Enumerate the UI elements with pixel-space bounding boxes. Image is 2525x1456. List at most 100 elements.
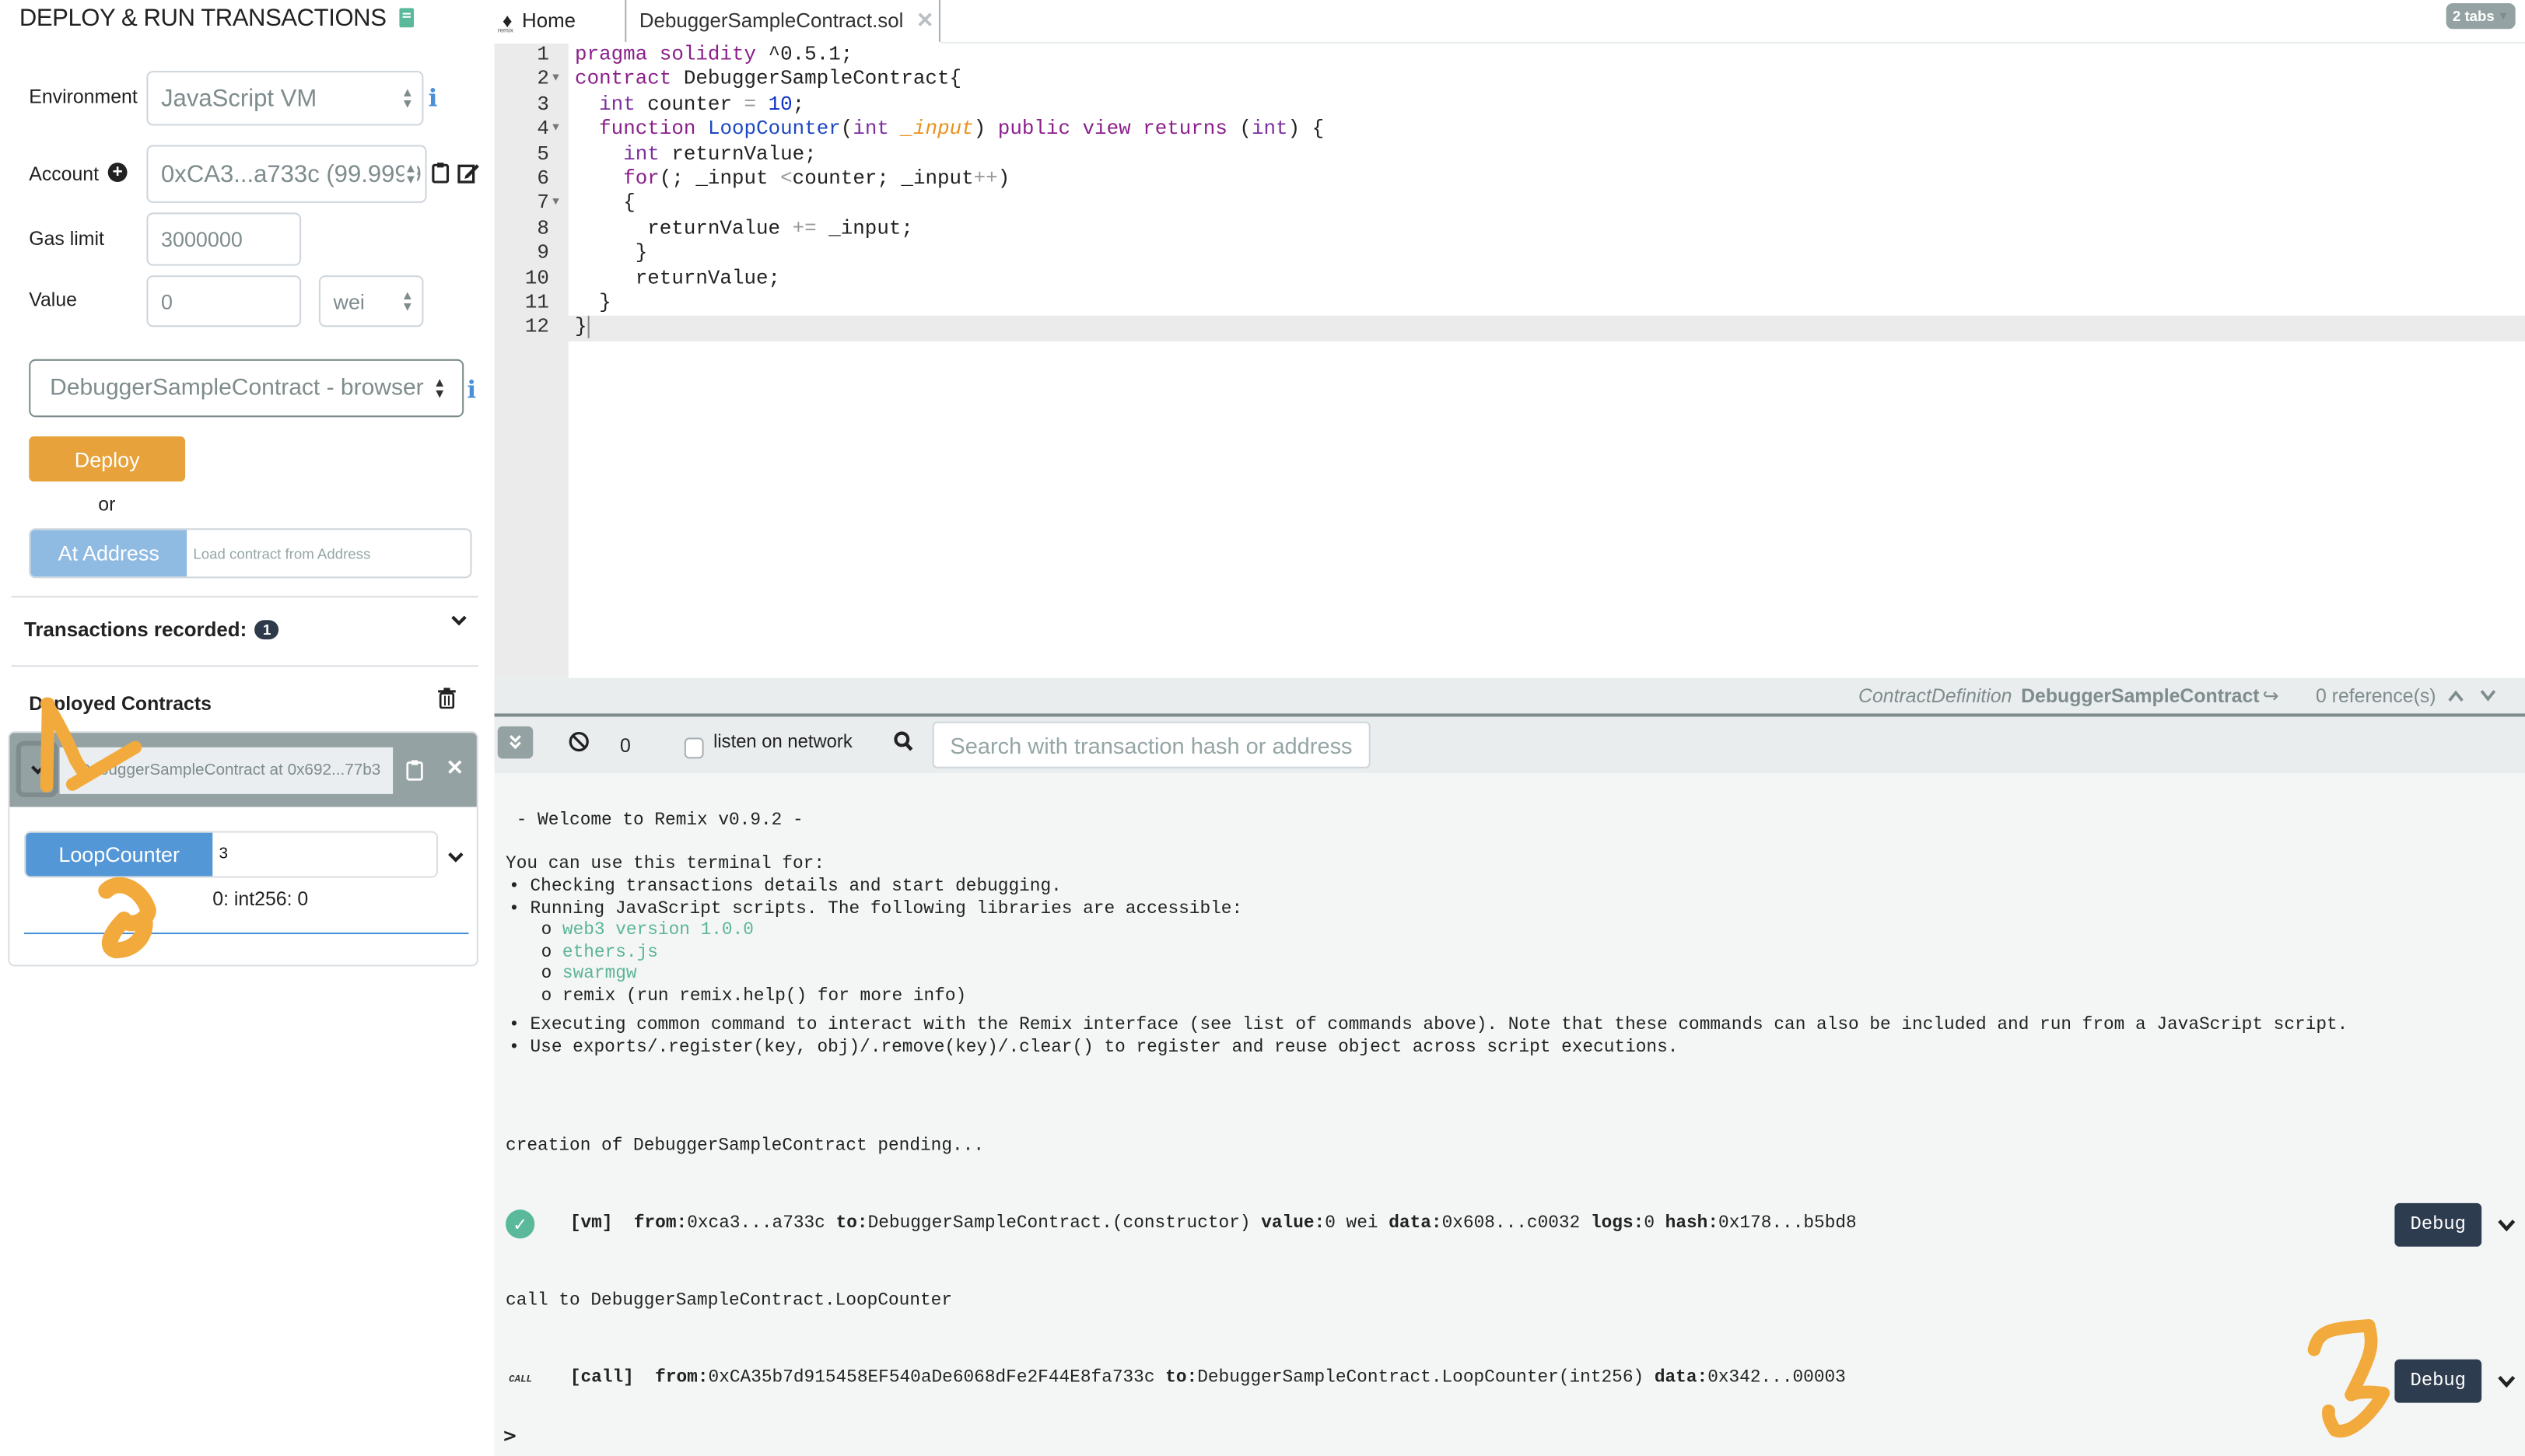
- fold-arrow-icon[interactable]: ▼: [552, 192, 559, 217]
- environment-value: JavaScript VM: [161, 84, 317, 112]
- terminal-toolbar: 0 listen on network Search with transact…: [494, 716, 2525, 773]
- welcome-message: - Welcome to Remix v0.9.2 -: [506, 811, 804, 831]
- transaction-log-call[interactable]: [call] from:0xCA35b7d915458EF540aDe6068d…: [570, 1369, 1846, 1388]
- ethers-link[interactable]: ethers.js: [562, 943, 658, 962]
- value-amount: 0: [161, 289, 173, 313]
- chevron-down-icon[interactable]: [448, 842, 464, 871]
- at-address-group: At Address Load contract from Address: [29, 528, 472, 579]
- toggle-terminal-button[interactable]: [497, 726, 534, 759]
- call-icon: CALL: [509, 1374, 533, 1385]
- chevron-down-icon[interactable]: [451, 612, 468, 632]
- terminal-prompt[interactable]: >: [503, 1426, 517, 1447]
- transactions-count-badge: 1: [254, 620, 279, 640]
- code-text: contract DebuggerSampleContract{: [575, 68, 962, 91]
- deployed-contract-header: DebuggerSampleContract at 0x692...77b3 ✕: [9, 733, 477, 807]
- fold-arrow-icon[interactable]: ▼: [552, 68, 559, 93]
- swarmgw-link[interactable]: swarmgw: [562, 964, 637, 984]
- deploy-button[interactable]: Deploy: [29, 436, 186, 482]
- at-address-button[interactable]: At Address: [30, 530, 187, 577]
- next-reference-icon[interactable]: [2480, 684, 2496, 707]
- line-number: 1: [537, 43, 549, 66]
- line-number: 8: [537, 217, 549, 240]
- line-number: 2: [537, 68, 549, 91]
- gas-limit-input[interactable]: 3000000: [146, 212, 302, 266]
- loop-counter-input[interactable]: 3: [212, 833, 436, 877]
- line-number: 7: [537, 192, 549, 215]
- documentation-book-icon[interactable]: [399, 8, 414, 28]
- double-chevron-down-icon: [510, 735, 521, 750]
- search-icon: [894, 731, 913, 757]
- select-arrows-icon: ▲ ▼: [404, 161, 418, 187]
- environment-select[interactable]: JavaScript VM ▲ ▼: [146, 71, 424, 126]
- code-editor[interactable]: 1 pragma solidity ^0.5.1; 2 ▼ contract Debu…: [494, 43, 2525, 678]
- close-tab-icon[interactable]: ✕: [916, 8, 934, 33]
- tabs-count-dropdown[interactable]: 2 tabs ▼: [2446, 3, 2516, 30]
- code-line: 9 }: [495, 242, 2525, 267]
- result-divider: [24, 932, 469, 935]
- code-line: 2 ▼ contract DebuggerSampleContract{: [495, 68, 2525, 93]
- fold-arrow-icon[interactable]: ▼: [552, 118, 559, 143]
- copy-address-icon[interactable]: [406, 758, 424, 786]
- load-address-input[interactable]: Load contract from Address: [187, 530, 470, 576]
- goto-definition-icon[interactable]: ↪: [2263, 684, 2279, 707]
- chevron-down-icon[interactable]: [2498, 1370, 2516, 1393]
- transaction-log-vm[interactable]: [vm] from:0xca3...a733c to:DebuggerSampl…: [570, 1214, 1857, 1234]
- code-text: {: [623, 192, 636, 215]
- transactions-recorded[interactable]: Transactions recorded: 1: [24, 618, 279, 641]
- chevron-down-icon[interactable]: [2498, 1214, 2516, 1237]
- loop-counter-button[interactable]: LoopCounter: [26, 832, 213, 877]
- tab-home[interactable]: ♦ remix Home: [498, 0, 632, 42]
- code-line: 8 returnValue += _input;: [495, 217, 2525, 242]
- function-row: LoopCounter 3: [24, 831, 439, 878]
- terminal-bullet: • Checking transactions details and star…: [509, 877, 1062, 898]
- code-text: }: [599, 291, 611, 314]
- success-check-icon: ✓: [506, 1209, 535, 1239]
- panel-title-text: DEPLOY & RUN TRANSACTIONS: [19, 5, 387, 33]
- line-number: 12: [524, 316, 549, 339]
- panel-title: DEPLOY & RUN TRANSACTIONS: [19, 5, 414, 32]
- account-select[interactable]: 0xCA3...a733c (99.9999 ▲ ▼: [146, 145, 427, 203]
- gas-limit-label: Gas limit: [29, 226, 104, 250]
- clear-console-icon[interactable]: [569, 731, 590, 757]
- code-text: int counter = 10;: [599, 93, 805, 116]
- previous-reference-icon[interactable]: [2448, 684, 2464, 707]
- line-number: 5: [537, 142, 549, 166]
- close-icon[interactable]: ✕: [446, 755, 464, 781]
- code-line: 4 ▼ function LoopCounter(int _input) publ…: [495, 118, 2525, 143]
- contract-select[interactable]: DebuggerSampleContract - browser ▲ ▼: [29, 359, 464, 418]
- info-icon[interactable]: i: [467, 375, 476, 404]
- references-count: 0 reference(s): [2315, 684, 2436, 708]
- code-line: 11 }: [495, 292, 2525, 317]
- deployed-contract-card: DebuggerSampleContract at 0x692...77b3 ✕…: [8, 731, 478, 967]
- expand-contract-button[interactable]: [16, 740, 58, 798]
- contract-select-value: DebuggerSampleContract - browser: [50, 375, 424, 401]
- remix-ide: DEPLOY & RUN TRANSACTIONS Environment Ja…: [0, 0, 2525, 1456]
- line-number: 11: [524, 291, 549, 314]
- line-number: 3: [537, 93, 549, 116]
- divider: [11, 596, 478, 598]
- copy-address-icon[interactable]: [432, 161, 450, 188]
- tabs-count-label: 2 tabs: [2452, 8, 2495, 25]
- debug-button[interactable]: Debug: [2394, 1202, 2482, 1247]
- chevron-down-icon: [30, 765, 44, 774]
- trash-icon[interactable]: [438, 688, 456, 713]
- debug-button[interactable]: Debug: [2394, 1359, 2482, 1403]
- listen-on-network-checkbox[interactable]: [684, 737, 704, 759]
- transaction-search-input[interactable]: Search with transaction hash or address: [932, 721, 1371, 768]
- gas-limit-value: 3000000: [161, 226, 243, 252]
- tab-debugger-sample-contract[interactable]: DebuggerSampleContract.sol ✕: [625, 0, 940, 42]
- edit-icon[interactable]: [457, 161, 480, 188]
- add-account-icon[interactable]: +: [107, 163, 128, 183]
- web3-link[interactable]: web3 version 1.0.0: [562, 921, 754, 940]
- node-name[interactable]: DebuggerSampleContract: [2021, 684, 2259, 707]
- code-text: }: [635, 242, 648, 264]
- info-icon[interactable]: i: [429, 84, 438, 113]
- value-input[interactable]: 0: [146, 275, 302, 327]
- environment-label: Environment: [29, 85, 138, 108]
- value-unit-select[interactable]: wei ▲ ▼: [318, 275, 424, 327]
- code-text: for(; _input <counter; _input++): [623, 167, 1010, 191]
- terminal-bullet: • Executing common command to interact w…: [509, 1016, 2348, 1036]
- value-label: Value: [29, 288, 77, 311]
- code-line: 1 pragma solidity ^0.5.1;: [495, 44, 2525, 68]
- code-text: function LoopCounter(int _input) public …: [599, 117, 1325, 141]
